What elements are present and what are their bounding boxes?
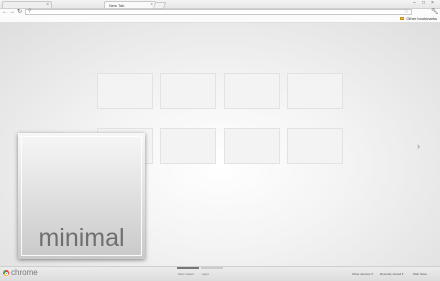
- reload-icon[interactable]: ↻: [17, 9, 22, 16]
- minimize-button[interactable]: –: [413, 0, 416, 7]
- star-icon[interactable]: ☆: [404, 8, 409, 15]
- close-window-button[interactable]: ×: [431, 0, 434, 7]
- tab-1-close-icon[interactable]: ×: [46, 2, 49, 9]
- most-visited-tile[interactable]: [287, 128, 343, 164]
- chrome-logo-icon: [3, 270, 9, 276]
- theme-preview-card: minimal: [18, 133, 145, 259]
- tab-new-tab-title: New Tab: [109, 3, 125, 8]
- title-bar: [0, 0, 440, 9]
- search-icon: ⚲: [28, 8, 32, 14]
- next-page-arrow-icon[interactable]: ›: [417, 141, 420, 151]
- tab-1[interactable]: ×: [2, 1, 52, 8]
- most-visited-tile[interactable]: [224, 73, 280, 109]
- other-bookmarks-label: Other bookmarks: [406, 16, 437, 21]
- chrome-wordmark: chrome: [11, 268, 38, 277]
- most-visited-tile[interactable]: [287, 73, 343, 109]
- folder-icon: [400, 17, 405, 21]
- most-visited-tile[interactable]: [97, 73, 153, 109]
- omnibox[interactable]: ⚲ ☆: [25, 8, 412, 15]
- maximize-button[interactable]: □: [422, 0, 425, 7]
- section-apps[interactable]: Apps: [202, 272, 209, 276]
- other-devices-menu[interactable]: Other devices ▾: [352, 272, 373, 276]
- other-bookmarks-button[interactable]: Other bookmarks: [400, 16, 437, 22]
- wrench-icon[interactable]: 🔧︎: [431, 9, 439, 16]
- most-visited-tile[interactable]: [160, 73, 216, 109]
- section-indicator-most-visited[interactable]: [177, 267, 199, 269]
- theme-name: minimal: [38, 224, 125, 252]
- forward-arrow-icon[interactable]: →: [9, 9, 15, 16]
- section-most-visited[interactable]: Most visited: [178, 272, 194, 276]
- tab-new-tab[interactable]: New Tab ×: [104, 1, 156, 8]
- recently-closed-menu[interactable]: Recently closed ▾: [380, 272, 404, 276]
- web-store-link[interactable]: Web Store: [413, 272, 427, 276]
- most-visited-tile[interactable]: [224, 128, 280, 164]
- back-arrow-icon[interactable]: ←: [2, 9, 8, 16]
- most-visited-tile[interactable]: [160, 128, 216, 164]
- bookmarks-bar: Other bookmarks: [0, 16, 440, 23]
- section-indicator-apps[interactable]: [201, 267, 223, 269]
